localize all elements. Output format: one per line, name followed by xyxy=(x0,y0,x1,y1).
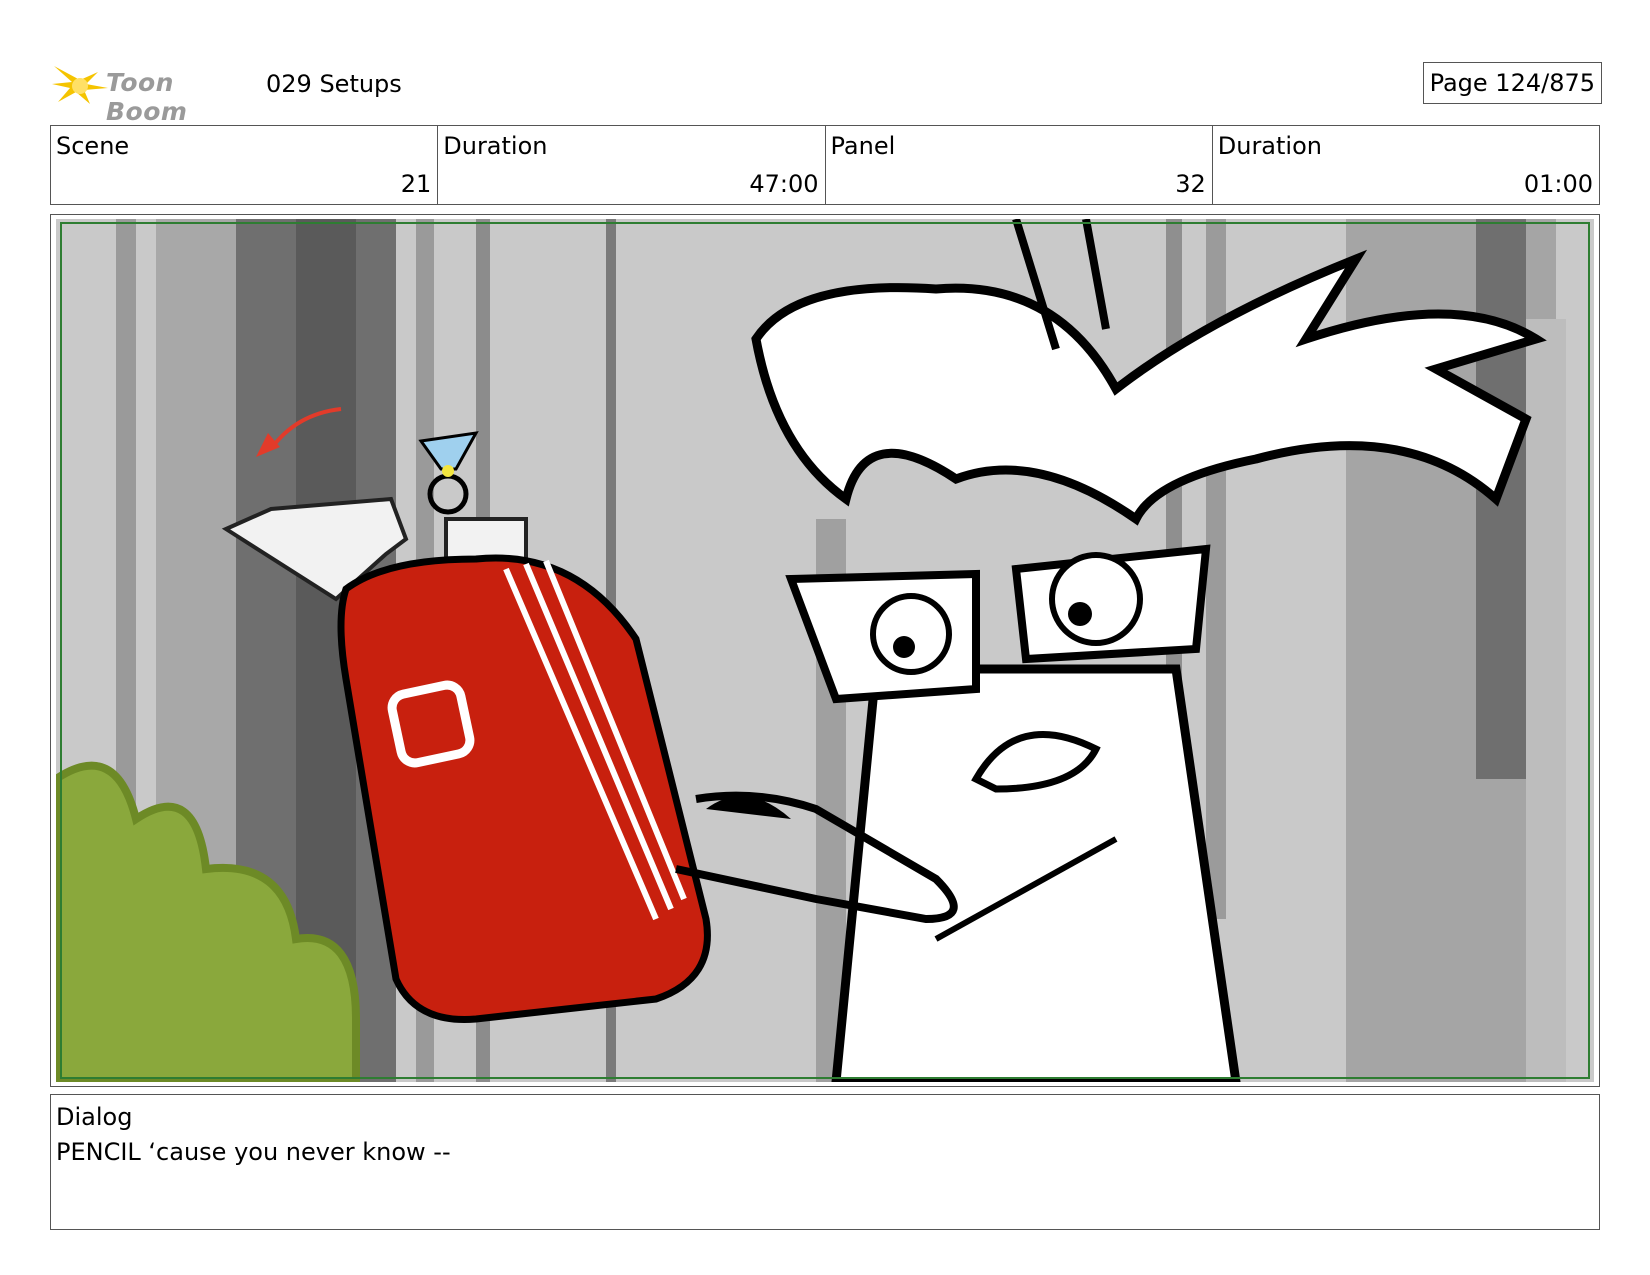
dialog-label: Dialog xyxy=(56,1103,133,1131)
scene-cell: Scene 21 xyxy=(51,126,439,204)
gem-setting xyxy=(442,465,454,477)
toon-boom-logo: Toon Boom xyxy=(50,58,250,126)
project-title: 029 Setups xyxy=(266,70,402,98)
panel-cell: Panel 32 xyxy=(826,126,1213,204)
scene-label: Scene xyxy=(56,132,130,160)
panel-drawing xyxy=(56,219,1594,1082)
scene-info-table: Scene 21 Duration 47:00 Panel 32 Duratio… xyxy=(50,125,1600,205)
starburst-icon xyxy=(52,66,108,104)
scene-value: 21 xyxy=(400,170,432,198)
page-indicator: Page 124/875 xyxy=(1422,62,1602,104)
dialog-box: Dialog PENCIL ‘cause you never know -- xyxy=(50,1094,1600,1230)
panel-value: 32 xyxy=(1175,170,1206,198)
panel-duration-cell: Duration 01:00 xyxy=(1213,126,1599,204)
panel-label: Panel xyxy=(830,132,896,160)
scene-duration-cell: Duration 47:00 xyxy=(438,126,826,204)
dialog-text: PENCIL ‘cause you never know -- xyxy=(56,1138,451,1166)
scene-duration-value: 47:00 xyxy=(749,170,819,198)
page-header: Toon Boom 029 Setups Page 124/875 xyxy=(50,52,1602,126)
scene-duration-label: Duration xyxy=(443,132,548,160)
panel-duration-label: Duration xyxy=(1217,132,1322,160)
panel-duration-value: 01:00 xyxy=(1523,170,1593,198)
storyboard-panel xyxy=(50,214,1600,1087)
